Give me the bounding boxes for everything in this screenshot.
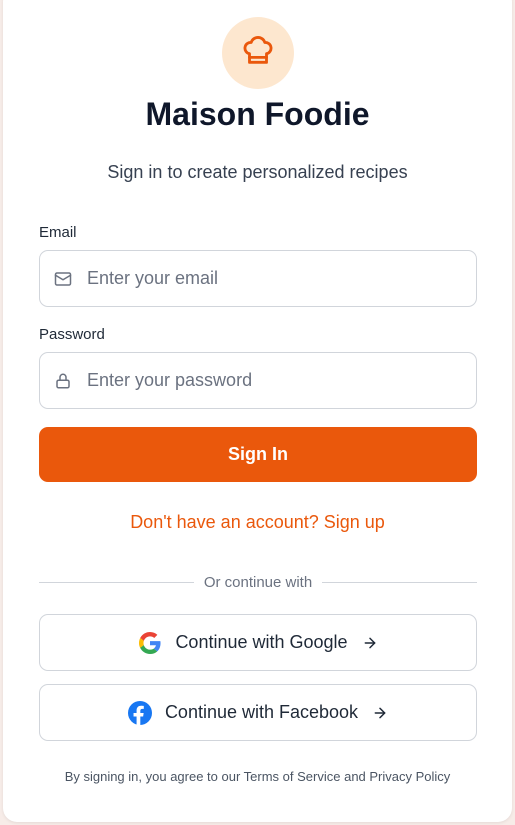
google-icon bbox=[138, 631, 162, 655]
email-input[interactable] bbox=[87, 268, 447, 289]
facebook-icon bbox=[127, 700, 152, 725]
password-input[interactable] bbox=[87, 370, 447, 391]
email-label: Email bbox=[39, 224, 77, 241]
google-button-label: Continue with Google bbox=[175, 632, 348, 652]
divider-line-left bbox=[39, 582, 194, 583]
divider: Or continue with bbox=[39, 574, 478, 591]
sign-in-button[interactable]: Sign In bbox=[39, 427, 477, 482]
arrow-right-icon bbox=[362, 635, 378, 651]
google-button[interactable]: Continue with Google bbox=[39, 614, 477, 671]
logo-badge bbox=[222, 17, 294, 89]
terms-notice: By signing in, you agree to our Terms of… bbox=[64, 769, 451, 784]
divider-text: Or continue with bbox=[203, 574, 313, 591]
sign-up-link[interactable]: Don't have an account? Sign up bbox=[3, 512, 512, 533]
facebook-button-label: Continue with Facebook bbox=[164, 702, 359, 722]
app-title: Maison Foodie bbox=[145, 96, 370, 132]
arrow-right-icon bbox=[372, 705, 388, 721]
login-card: Maison Foodie Sign in to create personal… bbox=[3, 0, 512, 822]
mail-icon bbox=[53, 269, 73, 289]
divider-line-right bbox=[322, 582, 478, 583]
password-field-wrapper bbox=[39, 352, 477, 409]
app-subtitle: Sign in to create personalized recipes bbox=[107, 162, 408, 182]
email-field-wrapper bbox=[39, 250, 477, 307]
facebook-button[interactable]: Continue with Facebook bbox=[39, 684, 477, 741]
password-label: Password bbox=[39, 326, 105, 343]
chef-hat-icon bbox=[241, 34, 275, 73]
lock-icon bbox=[53, 371, 73, 391]
